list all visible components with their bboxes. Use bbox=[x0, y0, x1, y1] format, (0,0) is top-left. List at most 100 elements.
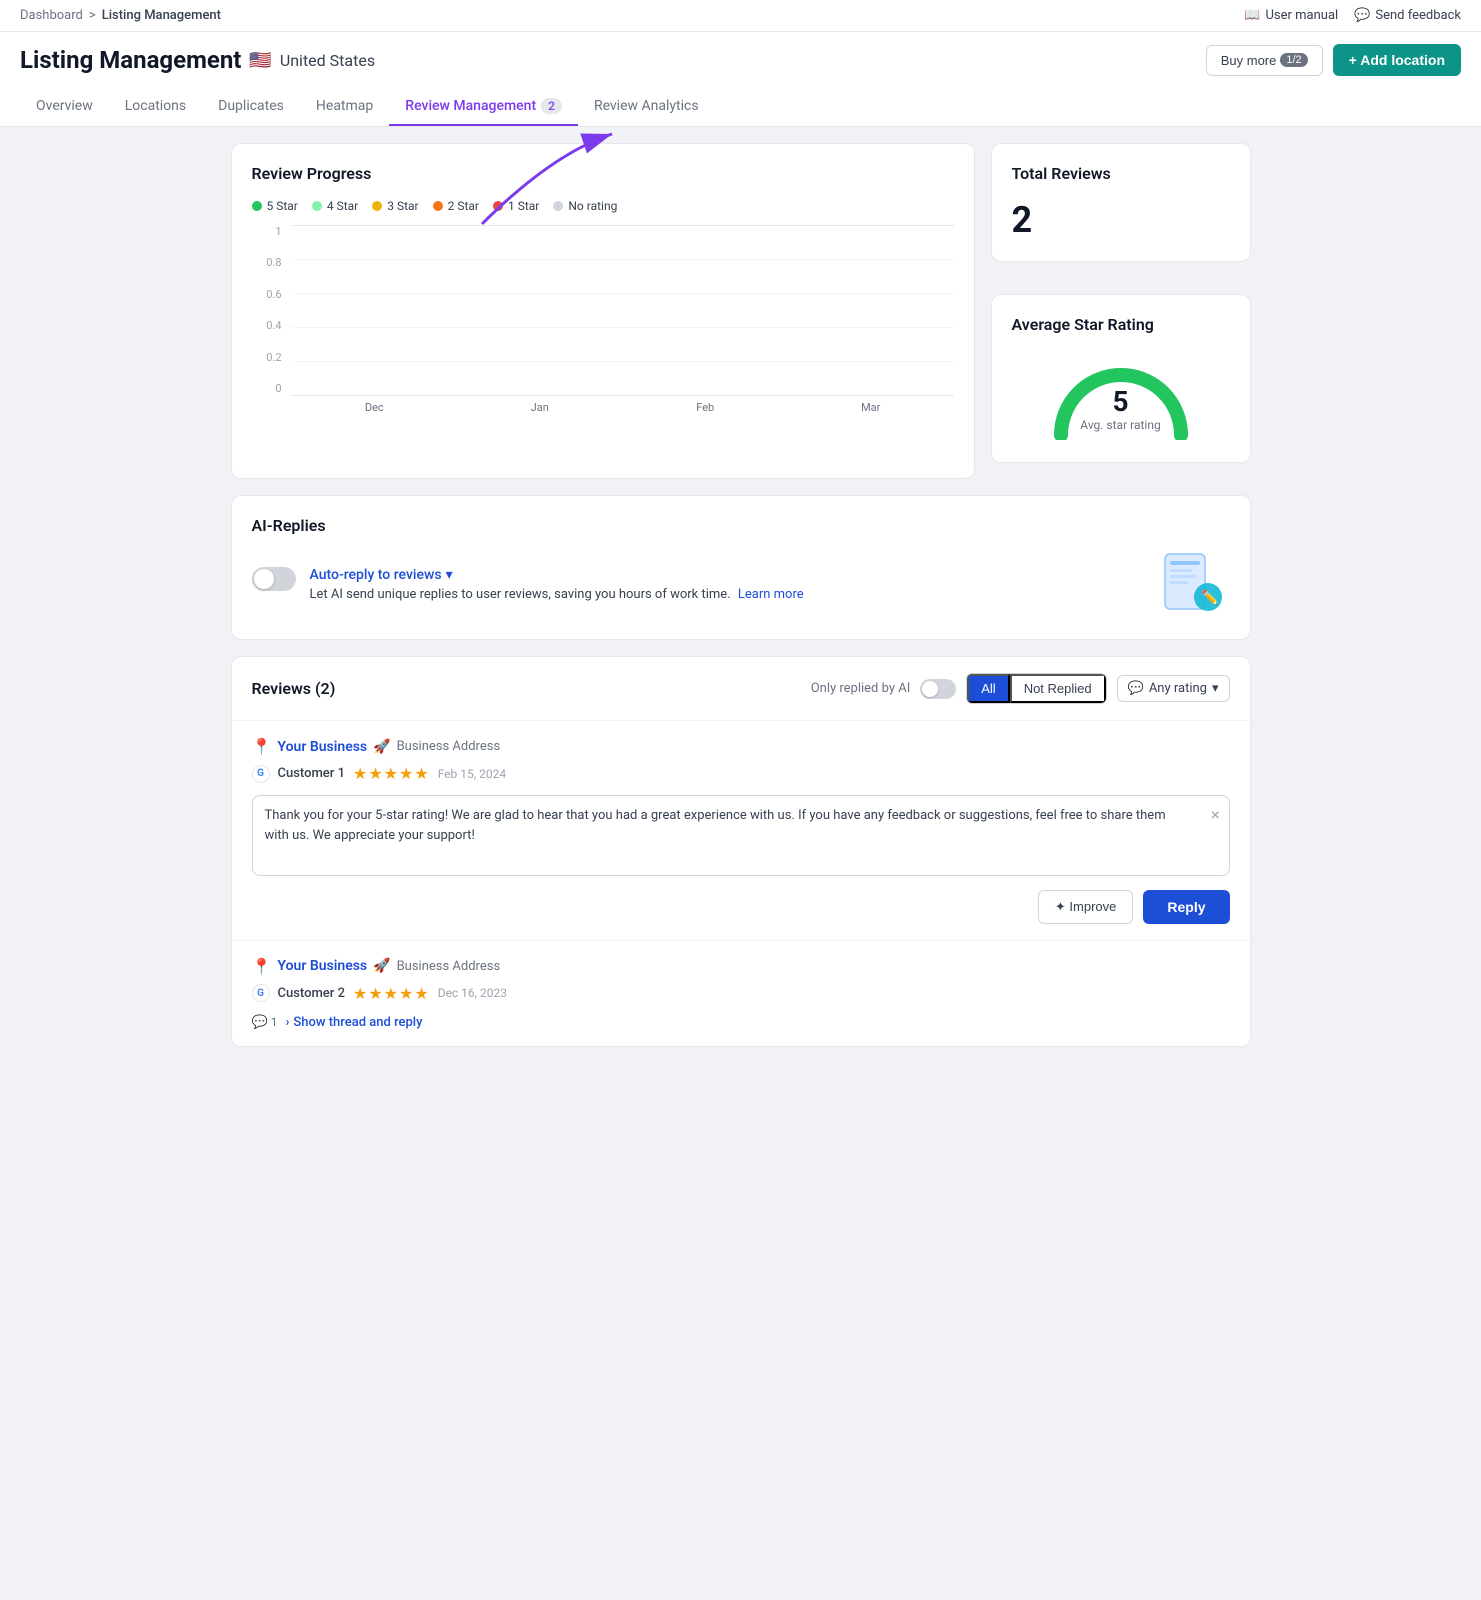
user-manual-link[interactable]: 📖 User manual bbox=[1244, 8, 1338, 23]
review-date-2: Dec 16, 2023 bbox=[438, 986, 507, 1000]
review-item-1: 📍 Your Business 🚀 Business Address G Cus… bbox=[232, 721, 1250, 941]
business-address-2: Business Address bbox=[397, 959, 501, 974]
reviews-filters: Only replied by AI All Not Replied 💬 Any… bbox=[811, 673, 1230, 704]
top-bar: Dashboard > Listing Management 📖 User ma… bbox=[0, 0, 1481, 32]
stars-2: ★★★★★ bbox=[353, 984, 430, 1003]
x-label-jan: Jan bbox=[457, 401, 623, 425]
legend-3star: 3 Star bbox=[372, 199, 418, 213]
learn-more-link[interactable]: Learn more bbox=[738, 587, 804, 602]
reviewer-name-1: Customer 1 bbox=[278, 766, 345, 781]
breadcrumb-current: Listing Management bbox=[102, 8, 221, 23]
location-pin-icon-2: 📍 bbox=[252, 957, 272, 976]
legend-dot-5star bbox=[252, 201, 262, 211]
legend-dot-1star bbox=[493, 201, 503, 211]
tab-locations[interactable]: Locations bbox=[109, 88, 202, 126]
toggle-knob bbox=[254, 569, 274, 589]
business-name-2[interactable]: Your Business bbox=[277, 958, 367, 974]
y-label-02: 0.2 bbox=[266, 351, 281, 364]
buy-more-button[interactable]: Buy more 1/2 bbox=[1206, 45, 1323, 76]
country-label: United States bbox=[280, 51, 375, 70]
x-label-mar: Mar bbox=[788, 401, 954, 425]
ai-replies-left: Auto-reply to reviews ▾ Let AI send uniq… bbox=[252, 567, 804, 602]
filter-tab-all[interactable]: All bbox=[967, 674, 1009, 703]
reply-textarea-wrapper-1: Thank you for your 5-star rating! We are… bbox=[252, 795, 1230, 880]
business-emoji-1: 🚀 bbox=[373, 739, 390, 755]
legend-2star: 2 Star bbox=[433, 199, 479, 213]
filter-tabs: All Not Replied bbox=[966, 673, 1106, 704]
arrow-annotation bbox=[472, 134, 632, 234]
reviews-header: Reviews (2) Only replied by AI All Not R… bbox=[232, 657, 1250, 721]
top-bar-actions: 📖 User manual 💬 Send feedback bbox=[1244, 8, 1461, 23]
buy-more-badge: 1/2 bbox=[1280, 53, 1307, 67]
x-label-dec: Dec bbox=[292, 401, 458, 425]
x-axis-labels: Dec Jan Feb Mar bbox=[292, 401, 954, 425]
chart-legend: 5 Star 4 Star 3 Star 2 Star 1 Star bbox=[252, 199, 954, 213]
right-cards: Total Reviews 2 Average Star Rating 5 Av… bbox=[991, 143, 1251, 479]
avg-rating-title: Average Star Rating bbox=[1012, 315, 1230, 334]
review-progress-title: Review Progress bbox=[252, 164, 954, 183]
breadcrumb-sep: > bbox=[89, 8, 96, 23]
reply-textarea-1[interactable]: Thank you for your 5-star rating! We are… bbox=[252, 795, 1230, 876]
breadcrumb: Dashboard > Listing Management bbox=[20, 8, 221, 23]
ai-illustration: ✏️ bbox=[1150, 549, 1230, 619]
tab-heatmap[interactable]: Heatmap bbox=[300, 88, 389, 126]
show-thread-link-2[interactable]: › Show thread and reply bbox=[285, 1015, 422, 1030]
tab-review-analytics[interactable]: Review Analytics bbox=[578, 88, 715, 126]
legend-4star: 4 Star bbox=[312, 199, 358, 213]
breadcrumb-home[interactable]: Dashboard bbox=[20, 8, 83, 23]
thread-count-2: 1 bbox=[271, 1015, 278, 1029]
ai-description: Let AI send unique replies to user revie… bbox=[310, 587, 804, 602]
tab-review-management[interactable]: Review Management 2 bbox=[389, 88, 578, 126]
improve-button-1[interactable]: ✦ Improve bbox=[1038, 890, 1133, 924]
reviews-section: Reviews (2) Only replied by AI All Not R… bbox=[231, 656, 1251, 1047]
total-reviews-card: Total Reviews 2 bbox=[991, 143, 1251, 262]
legend-norating: No rating bbox=[553, 199, 617, 213]
filter-ai-label: Only replied by AI bbox=[811, 681, 911, 696]
legend-dot-4star bbox=[312, 201, 322, 211]
business-emoji-2: 🚀 bbox=[373, 958, 390, 974]
legend-1star: 1 Star bbox=[493, 199, 539, 213]
gauge-label: Avg. star rating bbox=[1080, 418, 1160, 432]
legend-dot-2star bbox=[433, 201, 443, 211]
auto-reply-toggle[interactable] bbox=[252, 567, 296, 591]
tab-duplicates[interactable]: Duplicates bbox=[202, 88, 300, 126]
filter-tab-not-replied[interactable]: Not Replied bbox=[1010, 674, 1106, 703]
page-header: Listing Management 🇺🇸 United States Buy … bbox=[0, 32, 1481, 127]
review-management-count: 2 bbox=[541, 98, 562, 114]
add-location-button[interactable]: + Add location bbox=[1333, 44, 1461, 76]
flag-icon: 🇺🇸 bbox=[249, 50, 271, 71]
rating-filter[interactable]: 💬 Any rating ▾ bbox=[1117, 675, 1230, 702]
reviews-title: Reviews (2) bbox=[252, 679, 336, 698]
ai-illustration-svg: ✏️ bbox=[1150, 549, 1230, 619]
stars-1: ★★★★★ bbox=[353, 764, 430, 783]
ai-replies-content: Auto-reply to reviews ▾ Let AI send uniq… bbox=[252, 549, 1230, 619]
legend-5star: 5 Star bbox=[252, 199, 298, 213]
feedback-icon: 💬 bbox=[1354, 8, 1370, 23]
rating-filter-icon: 💬 bbox=[1128, 681, 1144, 696]
total-reviews-title: Total Reviews bbox=[1012, 164, 1230, 183]
legend-dot-3star bbox=[372, 201, 382, 211]
chart-inner bbox=[292, 225, 954, 395]
main-content: Review Progress 5 Star 4 Star 3 Star 2 S… bbox=[211, 127, 1271, 1063]
review-business-2: 📍 Your Business 🚀 Business Address bbox=[252, 957, 1230, 976]
tab-overview[interactable]: Overview bbox=[20, 88, 109, 126]
review-progress-card: Review Progress 5 Star 4 Star 3 Star 2 S… bbox=[231, 143, 975, 479]
reviewer-name-2: Customer 2 bbox=[278, 986, 345, 1001]
gauge-container: 5 Avg. star rating bbox=[1012, 350, 1230, 442]
only-replied-by-ai-toggle[interactable] bbox=[920, 679, 956, 699]
send-feedback-link[interactable]: 💬 Send feedback bbox=[1354, 8, 1461, 23]
grid-line-bottom bbox=[292, 395, 954, 396]
business-name-1[interactable]: Your Business bbox=[277, 739, 367, 755]
auto-reply-link[interactable]: Auto-reply to reviews ▾ bbox=[310, 567, 804, 583]
ai-section-title: AI-Replies bbox=[252, 516, 1230, 535]
clear-textarea-icon-1[interactable]: × bbox=[1211, 805, 1220, 824]
google-icon-2: G bbox=[252, 984, 270, 1002]
reply-button-1[interactable]: Reply bbox=[1143, 890, 1229, 924]
review-meta-1: G Customer 1 ★★★★★ Feb 15, 2024 bbox=[252, 764, 1230, 783]
location-pin-icon-1: 📍 bbox=[252, 737, 272, 756]
business-address-1: Business Address bbox=[397, 739, 501, 754]
bars-area bbox=[292, 225, 954, 395]
y-label-06: 0.6 bbox=[266, 288, 281, 301]
review-business-1: 📍 Your Business 🚀 Business Address bbox=[252, 737, 1230, 756]
y-axis-labels: 1 0.8 0.6 0.4 0.2 0 bbox=[252, 225, 288, 395]
